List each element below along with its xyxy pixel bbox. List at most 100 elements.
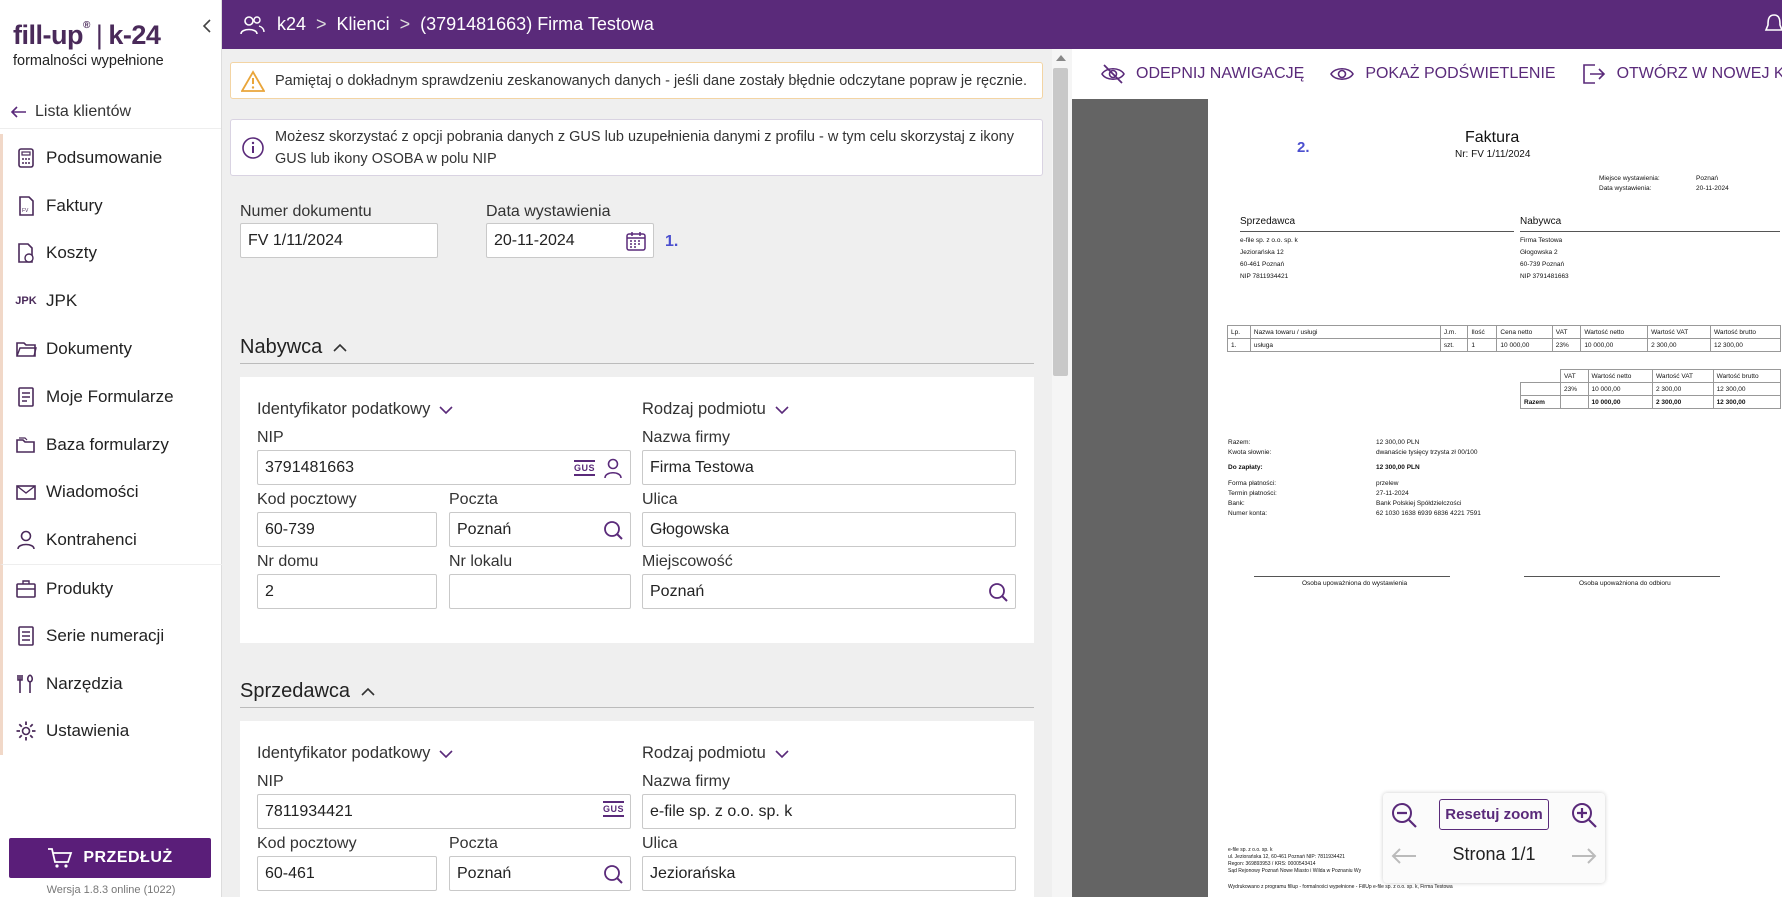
search-icon[interactable]: [602, 863, 624, 885]
sidebar-item-jpk[interactable]: JPK JPK: [0, 277, 222, 326]
seller-nip-label: NIP: [257, 773, 284, 790]
step-marker-2: 2.: [1297, 139, 1310, 156]
buyer-section-toggle[interactable]: Nabywca: [240, 336, 348, 359]
buyer-city-input[interactable]: Poznań: [642, 574, 1016, 609]
buyer-zip-label: Kod pocztowy: [257, 491, 357, 508]
gus-lookup-icon[interactable]: GUS: [573, 460, 595, 476]
table-cell: 10 000,00: [1580, 338, 1649, 352]
seller-street-input[interactable]: Jeziorańska: [642, 856, 1016, 891]
form-scrollbar-thumb[interactable]: [1053, 68, 1068, 376]
sidebar-item-faktury[interactable]: FV Faktury: [0, 181, 222, 230]
search-icon[interactable]: [987, 581, 1009, 603]
seller-section-toggle[interactable]: Sprzedawca: [240, 680, 376, 703]
buyer-house-input[interactable]: 2: [257, 574, 437, 609]
zoom-out-icon[interactable]: [1390, 801, 1418, 829]
chevron-down-icon: [439, 405, 453, 414]
place-value: Poznań: [1696, 175, 1719, 182]
app-logo[interactable]: fill-up® | k-24 formalności wypełnione: [13, 20, 164, 69]
person-icon[interactable]: [602, 457, 624, 479]
date-label: Data wystawienia:: [1599, 185, 1652, 192]
scroll-up-arrow-icon[interactable]: [1056, 55, 1066, 61]
buyer-entity-type-dropdown[interactable]: Rodzaj podmiotu: [642, 400, 790, 419]
eye-off-icon: [1101, 64, 1125, 84]
breadcrumb-k24[interactable]: k24: [277, 14, 306, 35]
buyer-street-input[interactable]: Głogowska: [642, 512, 1016, 547]
seller-company-input[interactable]: e-file sp. z o.o. sp. k: [642, 794, 1016, 829]
table-header-cell: [1520, 369, 1561, 383]
sidebar-item-dokumenty[interactable]: Dokumenty: [0, 325, 222, 373]
warning-text: Pamiętaj o dokładnym sprawdzeniu zeskano…: [275, 72, 1028, 89]
footer-line: Regon: 369893953 / KRS: 0000543414: [1228, 861, 1316, 867]
sidebar-item-moje-formularze[interactable]: Moje Formularze: [0, 372, 222, 421]
summary-label: Razem:: [1228, 439, 1251, 446]
table-cell: 2 300,00: [1651, 382, 1714, 396]
seller-zip-input[interactable]: 60-461: [257, 856, 437, 891]
buyer-heading: Nabywca: [1520, 216, 1562, 227]
show-highlight-button[interactable]: POKAŻ PODŚWIETLENIE: [1329, 63, 1556, 85]
items-table: Lp. Nazwa towaru / usługi J.m. Ilość Cen…: [1227, 325, 1781, 352]
summary-label: Numer konta:: [1228, 510, 1268, 517]
place-label: Miejsce wystawienia:: [1599, 175, 1660, 182]
unpin-navigation-button[interactable]: ODEPNIJ NAWIGACJĘ: [1100, 63, 1304, 85]
seller-nip-input[interactable]: 7811934421 GUS: [257, 794, 631, 829]
buyer-zip-value: 60-739: [265, 520, 315, 538]
table-header-cell: J.m.: [1439, 325, 1469, 339]
issue-date-input[interactable]: 20-11-2024: [486, 223, 654, 258]
buyer-nip-input[interactable]: 3791481663 GUS: [257, 450, 631, 485]
buyer-tax-id-type-dropdown[interactable]: Identyfikator podatkowy: [257, 400, 454, 419]
open-in-new-tab-button[interactable]: OTWÓRZ W NOWEJ KARCIE: [1581, 63, 1782, 85]
seller-entity-type-dropdown[interactable]: Rodzaj podmiotu: [642, 744, 790, 763]
search-icon[interactable]: [602, 519, 624, 541]
reset-zoom-button[interactable]: Resetuj zoom: [1439, 799, 1549, 830]
table-header-cell: Wartość brutto: [1712, 369, 1782, 383]
tools-icon: [14, 672, 38, 696]
seller-nip-value: 7811934421: [265, 802, 353, 820]
invoice-icon: FV: [14, 194, 38, 218]
table-header-cell: Nazwa towaru / usługi: [1249, 325, 1441, 339]
extend-subscription-button[interactable]: PRZEDŁUŻ: [9, 838, 211, 878]
bell-icon[interactable]: [1764, 12, 1782, 38]
seller-street-value: Jeziorańska: [650, 864, 736, 882]
sidebar-item-baza-formularzy[interactable]: Baza formularzy: [0, 420, 222, 469]
buyer-flat-input[interactable]: [449, 574, 631, 609]
buyer-post-input[interactable]: Poznań: [449, 512, 631, 547]
buyer-street-label: Ulica: [642, 491, 678, 508]
seller-tax-id-type-dropdown[interactable]: Identyfikator podatkowy: [257, 744, 454, 763]
buyer-city-label: Miejscowość: [642, 553, 733, 570]
gus-info-alert: Możesz skorzystać z opcji pobrania danyc…: [230, 119, 1043, 176]
table-cell: 1: [1467, 338, 1498, 352]
summary-label: Forma płatności:: [1228, 480, 1277, 487]
back-to-clients-link[interactable]: Lista klientów: [10, 103, 131, 121]
summary-value: Bank Polskiej Spółdzielczości: [1376, 500, 1462, 507]
buyer-nip-value: 3791481663: [265, 458, 354, 476]
seller-post-input[interactable]: Poznań: [449, 856, 631, 891]
cart-icon: [48, 848, 73, 868]
arrow-left-icon: [10, 106, 26, 118]
buyer-zip-input[interactable]: 60-739: [257, 512, 437, 547]
sidebar-item-ustawienia[interactable]: Ustawienia: [0, 707, 222, 756]
breadcrumb-klienci[interactable]: Klienci: [337, 14, 390, 35]
sidebar-nav: Podsumowanie FV Faktury Koszty JPK JPK D…: [0, 134, 222, 756]
sidebar-item-podsumowanie[interactable]: Podsumowanie: [0, 134, 222, 182]
sidebar-item-serie-numeracji[interactable]: Serie numeracji: [0, 611, 222, 660]
table-cell: 23%: [1551, 338, 1582, 352]
field-actions: [602, 863, 624, 885]
buyer-flat-label: Nr lokalu: [449, 553, 513, 570]
next-page-arrow-icon[interactable]: [1570, 846, 1598, 866]
calendar-icon[interactable]: [625, 230, 647, 252]
sidebar-item-wiadomosci[interactable]: Wiadomości: [0, 468, 222, 517]
summary-label: Kwota słownie:: [1228, 449, 1272, 456]
sidebar-item-kontrahenci[interactable]: Kontrahenci: [0, 516, 222, 565]
sidebar-item-produkty[interactable]: Produkty: [0, 564, 222, 612]
costs-icon: [14, 241, 38, 265]
collapse-sidebar-button[interactable]: [199, 16, 215, 36]
gus-lookup-icon[interactable]: GUS: [602, 801, 624, 817]
document-number-input[interactable]: FV 1/11/2024: [240, 223, 438, 258]
zoom-in-icon[interactable]: [1570, 801, 1598, 829]
table-total-row: Razem 10 000,00 2 300,00 12 300,00: [1520, 395, 1782, 409]
svg-text:FV: FV: [22, 208, 29, 214]
sidebar-item-koszty[interactable]: Koszty: [0, 229, 222, 278]
buyer-company-input[interactable]: Firma Testowa: [642, 450, 1016, 485]
sidebar-item-narzedzia[interactable]: Narzędzia: [0, 659, 222, 708]
seller-company-label: Nazwa firmy: [642, 773, 731, 790]
